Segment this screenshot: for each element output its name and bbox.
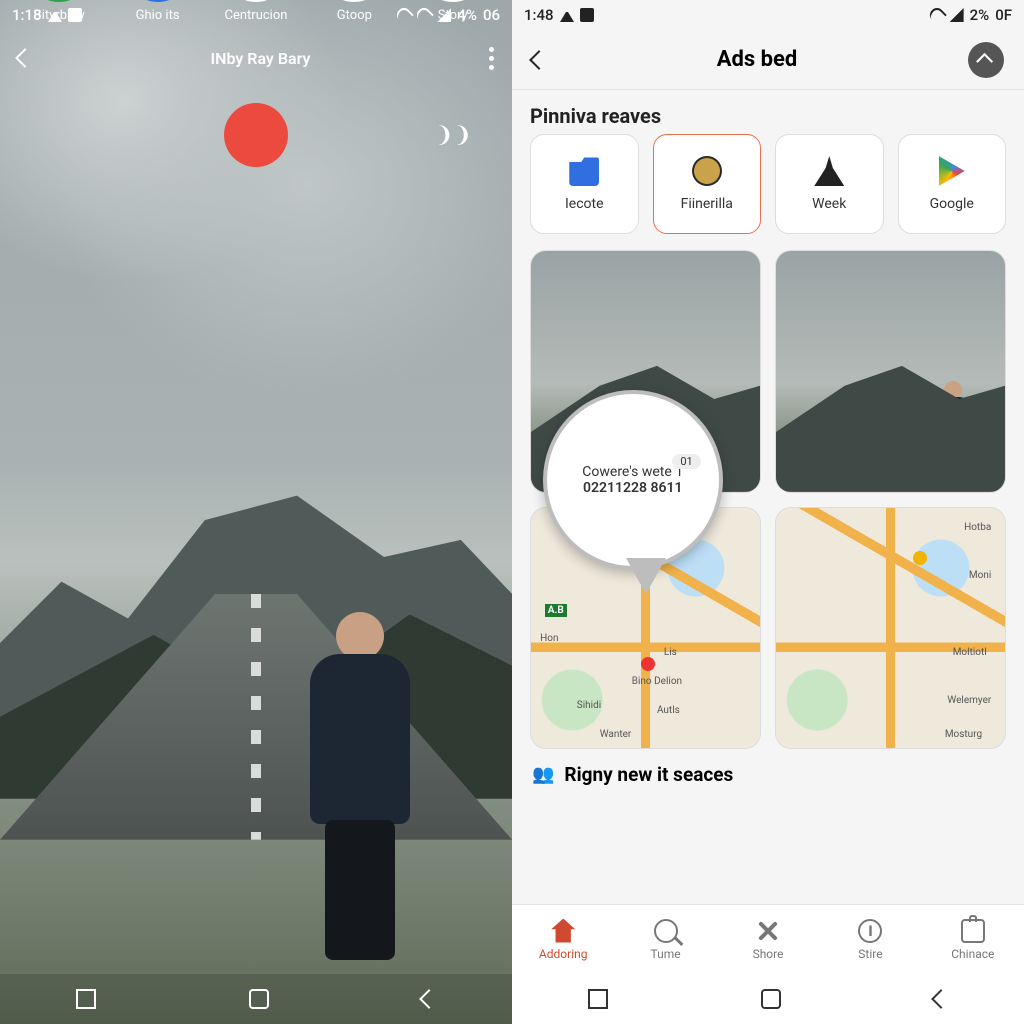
tab-label: Chinace <box>951 947 994 961</box>
lens-pill: 01 <box>672 454 700 469</box>
phone-left-homescreen: 1:18 4% 06 INby Ray Bary 1 Bityrbary <box>0 0 512 1024</box>
chip-week[interactable]: Week <box>775 134 884 234</box>
map-label: Hotba <box>964 522 991 533</box>
dock-app-chrome[interactable]: Gtoop <box>321 0 387 23</box>
android-navbar-left <box>0 974 512 1024</box>
map-label: Mosturg <box>945 729 982 740</box>
tab-label: Shore <box>753 947 784 961</box>
wallpaper-person <box>300 612 420 952</box>
app-label: Centrucion <box>225 8 288 23</box>
status-icon <box>580 8 594 22</box>
people-icon: 👥 <box>532 764 554 785</box>
chip-fiinerilla[interactable]: Fiinerilla <box>653 134 762 234</box>
briefcase-icon <box>961 919 985 943</box>
tab-label: Tume <box>651 947 681 961</box>
tab-label: Addoring <box>539 947 588 961</box>
card-map-2[interactable]: Hotba Moni Moltiotl Welemyer Mosturg <box>775 507 1006 750</box>
app-label: Bityrbary <box>34 8 85 23</box>
nav-back-icon[interactable] <box>931 989 951 1009</box>
map-label: Moltiotl <box>953 647 987 658</box>
tab-shore[interactable]: Shore <box>717 905 819 974</box>
list-section-title: Rigny new it seaces <box>564 763 733 786</box>
seal-icon <box>692 156 722 186</box>
map-label: Autls <box>657 705 680 716</box>
nav-recents-icon[interactable] <box>588 989 608 1009</box>
app-label: Ghio its <box>136 8 180 23</box>
page-title: Ads bed <box>717 47 798 72</box>
search-icon <box>654 919 678 943</box>
content-grid: A.B Hon Lis Bino Delion Sihidi Autls Wan… <box>512 234 1024 753</box>
home-icon <box>551 919 575 943</box>
dock-app-playstore[interactable]: Story <box>420 0 486 23</box>
shutter-row: ❩❩ <box>0 103 512 167</box>
map-label: Wanter <box>600 729 632 740</box>
tab-stire[interactable]: I Stire <box>819 905 921 974</box>
nav-home-icon[interactable] <box>249 989 269 1009</box>
status-time: 1:48 <box>524 6 554 24</box>
map-badge: A.B <box>545 604 567 617</box>
map-label: Sihidi <box>577 700 601 711</box>
record-button[interactable] <box>224 103 288 167</box>
chip-label: Google <box>930 196 974 212</box>
nav-recents-icon[interactable] <box>76 989 96 1009</box>
category-chips: Iecote Fiinerilla Week Google <box>512 134 1024 234</box>
chip-label: Fiinerilla <box>681 196 733 212</box>
status-battery: 2% <box>970 6 990 24</box>
list-section-header: 👥 Rigny new it seaces <box>512 753 1024 796</box>
thumb-person <box>933 381 973 477</box>
close-icon <box>756 919 780 943</box>
overflow-menu-icon[interactable] <box>489 47 494 70</box>
status-net: 0F <box>995 6 1012 24</box>
tab-chinace[interactable]: Chinace <box>922 905 1024 974</box>
chip-label: Iecote <box>565 196 604 212</box>
upload-button[interactable] <box>968 42 1004 78</box>
app-label: Story <box>438 8 468 23</box>
tab-label: Stire <box>858 947 882 961</box>
app-label: Gtoop <box>337 8 372 23</box>
nav-home-icon[interactable] <box>761 989 781 1009</box>
tab-tume[interactable]: Tume <box>614 905 716 974</box>
back-icon[interactable] <box>529 50 549 70</box>
statusbar-right: 1:48 2% 0F <box>512 0 1024 30</box>
nav-back-icon[interactable] <box>419 989 439 1009</box>
topbar-left: INby Ray Bary <box>0 30 512 86</box>
bottom-tabbar: Addoring Tume Shore I Stire Chinace <box>512 904 1024 974</box>
play-store-icon <box>939 156 965 186</box>
signal-icon <box>950 8 964 22</box>
lens-line2: 02211228 8611 <box>583 480 682 496</box>
map-label: Moni <box>969 570 991 581</box>
chip-label: Week <box>812 196 846 212</box>
map-pin-icon <box>913 551 927 565</box>
lens-line1: Cowere's wete 1 <box>582 464 683 480</box>
dock-app-video[interactable]: 2 Ghio its <box>125 0 191 23</box>
info-icon: I <box>858 919 882 943</box>
app-dock: 1 Bityrbary 2 Ghio its Centrucion <box>0 0 512 23</box>
map-label: Lis <box>664 647 677 658</box>
folder-icon <box>569 156 599 186</box>
wifi-icon <box>930 8 944 22</box>
map-label: Welemyer <box>947 695 991 706</box>
header-right: Ads bed <box>512 30 1024 90</box>
phone-right-app: 1:48 2% 0F Ads bed Pinniva reaves Iecote <box>512 0 1024 1024</box>
chip-google[interactable]: Google <box>898 134 1007 234</box>
dock-app-phone[interactable]: 1 Bityrbary <box>26 0 92 23</box>
person-icon <box>814 156 844 186</box>
back-icon[interactable] <box>15 48 35 68</box>
chip-iecote[interactable]: Iecote <box>530 134 639 234</box>
magnifier-callout: Cowere's wete 1 02211228 8611 01 <box>543 390 723 570</box>
card-photo-2[interactable] <box>775 250 1006 493</box>
tab-addoring[interactable]: Addoring <box>512 905 614 974</box>
android-navbar-right <box>512 974 1024 1024</box>
map-pin-icon <box>641 657 655 671</box>
section-title: Pinniva reaves <box>512 90 1024 134</box>
map-label: Bino Delion <box>632 676 682 687</box>
status-icon <box>560 8 574 22</box>
map-label: Hon <box>540 633 558 644</box>
sound-icon[interactable]: ❩❩ <box>435 123 472 148</box>
page-title: INby Ray Bary <box>211 49 311 68</box>
dock-app-drawer[interactable]: Centrucion <box>223 0 289 23</box>
